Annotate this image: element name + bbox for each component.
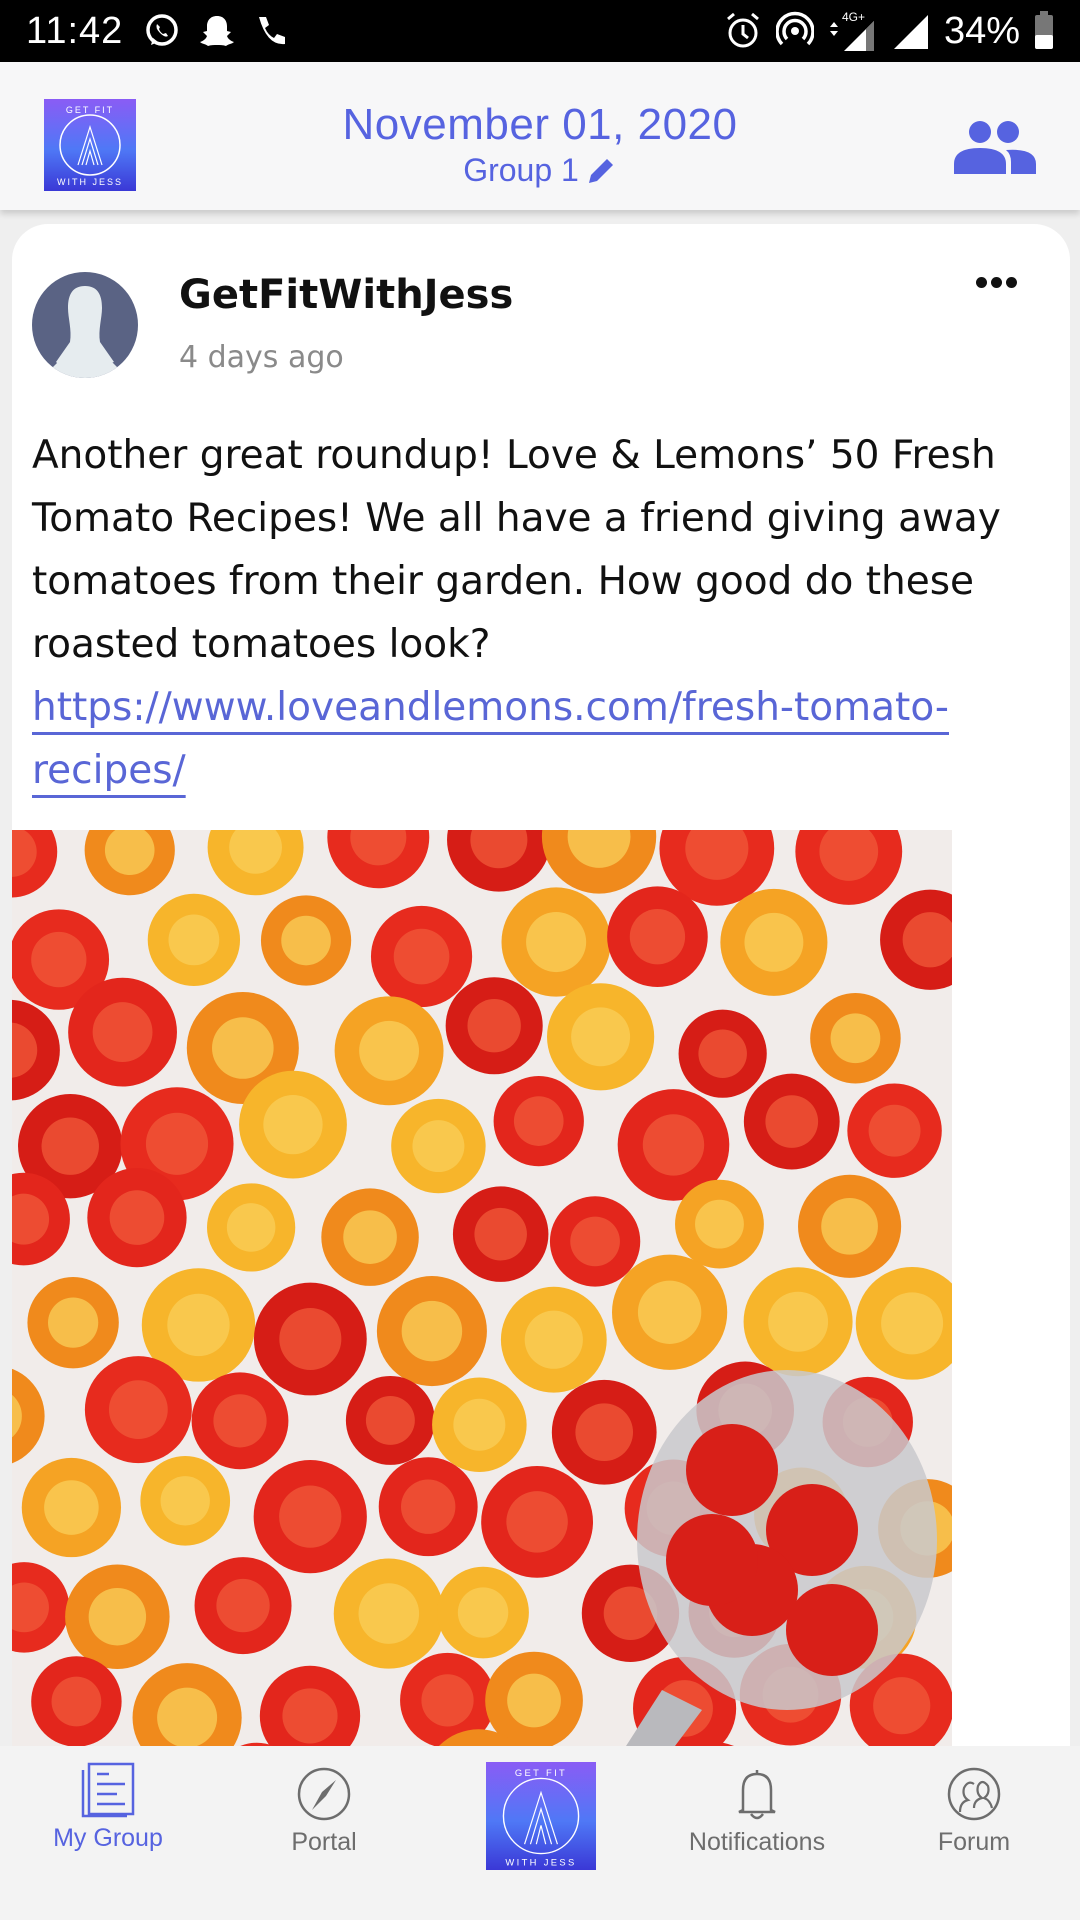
tomato-half [847, 1083, 942, 1178]
page-title: November 01, 2020 [342, 100, 738, 149]
svg-text:WITH JESS: WITH JESS [505, 1856, 576, 1867]
svg-text:GET FIT: GET FIT [515, 1767, 567, 1778]
tomato-half [27, 1276, 119, 1369]
tomato-half [445, 977, 543, 1075]
tomato-half [501, 887, 611, 997]
tomato-half [607, 886, 708, 988]
post-body: Another great roundup! Love & Lemons’ 50… [32, 424, 1032, 802]
get-fit-logo-icon: GET FIT WITH JESS [502, 1767, 580, 1867]
tomato-half [260, 895, 352, 986]
tomato-half [207, 1183, 296, 1272]
tomato-half [376, 1276, 487, 1387]
bottom-nav: My Group Portal GET FIT WITH JESS Notifi… [0, 1746, 1080, 1920]
more-options-button[interactable] [976, 272, 1020, 292]
nav-label: Portal [291, 1828, 357, 1856]
status-bar: 11:42 4G+ 34% [0, 0, 1080, 62]
tomato-half [743, 1267, 853, 1377]
tomato-half [611, 1254, 728, 1370]
compass-icon [297, 1767, 351, 1821]
more-dot [976, 276, 987, 288]
tomato-half [239, 1070, 347, 1179]
app-header: GET FIT WITH JESS November 01, 2020 Grou… [0, 62, 1080, 210]
nav-label: My Group [53, 1824, 163, 1852]
post-text: Another great roundup! Love & Lemons’ 50… [32, 433, 1001, 667]
tomato-half [551, 1379, 657, 1485]
whatsapp-icon [146, 14, 179, 46]
tomato-half [21, 1457, 122, 1558]
post-author[interactable]: GetFitWithJess [179, 272, 513, 318]
tomato-half [549, 1196, 641, 1287]
tomato-half [437, 1566, 529, 1659]
nav-notifications[interactable]: Notifications [672, 1766, 842, 1906]
tomato-half [391, 1098, 486, 1194]
tomato-half [370, 905, 473, 1008]
tomato-half [321, 1188, 419, 1286]
more-dot [991, 276, 1002, 288]
svg-text:4G+: 4G+ [842, 10, 865, 24]
people-icon [954, 121, 1036, 174]
tomato-half [31, 1656, 122, 1747]
nav-home-logo[interactable]: GET FIT WITH JESS [486, 1762, 596, 1870]
more-dot [1006, 276, 1017, 288]
tomato-half [678, 1009, 767, 1098]
tomato-half [253, 1282, 367, 1396]
nav-portal[interactable]: Portal [264, 1766, 384, 1906]
group-name: Group 1 [463, 152, 579, 188]
tomato-half [500, 1286, 607, 1393]
tomato-in-spoon [686, 1424, 778, 1516]
pencil-icon[interactable] [585, 155, 617, 187]
avatar[interactable] [32, 272, 138, 378]
tomato-half [345, 1375, 435, 1465]
alarm-icon [726, 12, 759, 48]
tomato-half [378, 1457, 478, 1557]
tomatoes-photo [12, 830, 952, 1824]
forum-icon [947, 1767, 1001, 1821]
post-card: GetFitWithJess 4 days ago Another great … [12, 224, 1070, 1824]
tomato-half [432, 1377, 527, 1472]
post-timestamp: 4 days ago [179, 340, 344, 375]
battery-percent: 34% [943, 9, 1020, 52]
signal-4g-icon: 4G+ [829, 10, 874, 51]
tomato-half [87, 1167, 187, 1268]
hotspot-icon [775, 11, 814, 46]
nav-label: Forum [937, 1828, 1011, 1856]
battery-icon [1035, 11, 1053, 49]
tomato-half [743, 1073, 840, 1170]
status-time: 11:42 [26, 9, 124, 52]
tomato-half [493, 1075, 584, 1167]
tomato-half [191, 1372, 289, 1470]
tomato-half [147, 893, 241, 987]
tomato-half [675, 1179, 764, 1269]
bell-icon [738, 1770, 776, 1820]
tomato-half [481, 1465, 594, 1578]
phone-icon [259, 17, 286, 45]
snapchat-icon [200, 16, 235, 46]
tomato-half [194, 1557, 292, 1655]
tomato-half [798, 1174, 902, 1278]
tomato-half [452, 1186, 549, 1282]
group-selector[interactable]: Group 1 [463, 152, 617, 189]
tomato-half [65, 1564, 170, 1669]
signal-icon [893, 15, 928, 49]
tomato-half [253, 1459, 367, 1574]
tomato-in-spoon [666, 1514, 758, 1606]
tomato-half [140, 1455, 231, 1546]
group-members-button[interactable] [954, 120, 1036, 176]
document-icon [81, 1762, 135, 1818]
nav-my-group[interactable]: My Group [48, 1762, 168, 1902]
tomato-half [334, 996, 444, 1106]
tomato-half [547, 983, 655, 1091]
tomato-half [84, 1356, 192, 1464]
nav-forum[interactable]: Forum [914, 1766, 1034, 1906]
tomato-half [720, 888, 828, 996]
tomato-half [333, 1558, 444, 1669]
post-link[interactable]: https://www.loveandlemons.com/fresh-toma… [32, 685, 949, 793]
tomato-in-spoon [786, 1584, 878, 1676]
post-image[interactable] [12, 830, 952, 1824]
tomato-half [68, 977, 177, 1087]
user-silhouette-icon [42, 286, 128, 378]
nav-label: Notifications [688, 1828, 826, 1856]
tomato-half [810, 992, 901, 1084]
